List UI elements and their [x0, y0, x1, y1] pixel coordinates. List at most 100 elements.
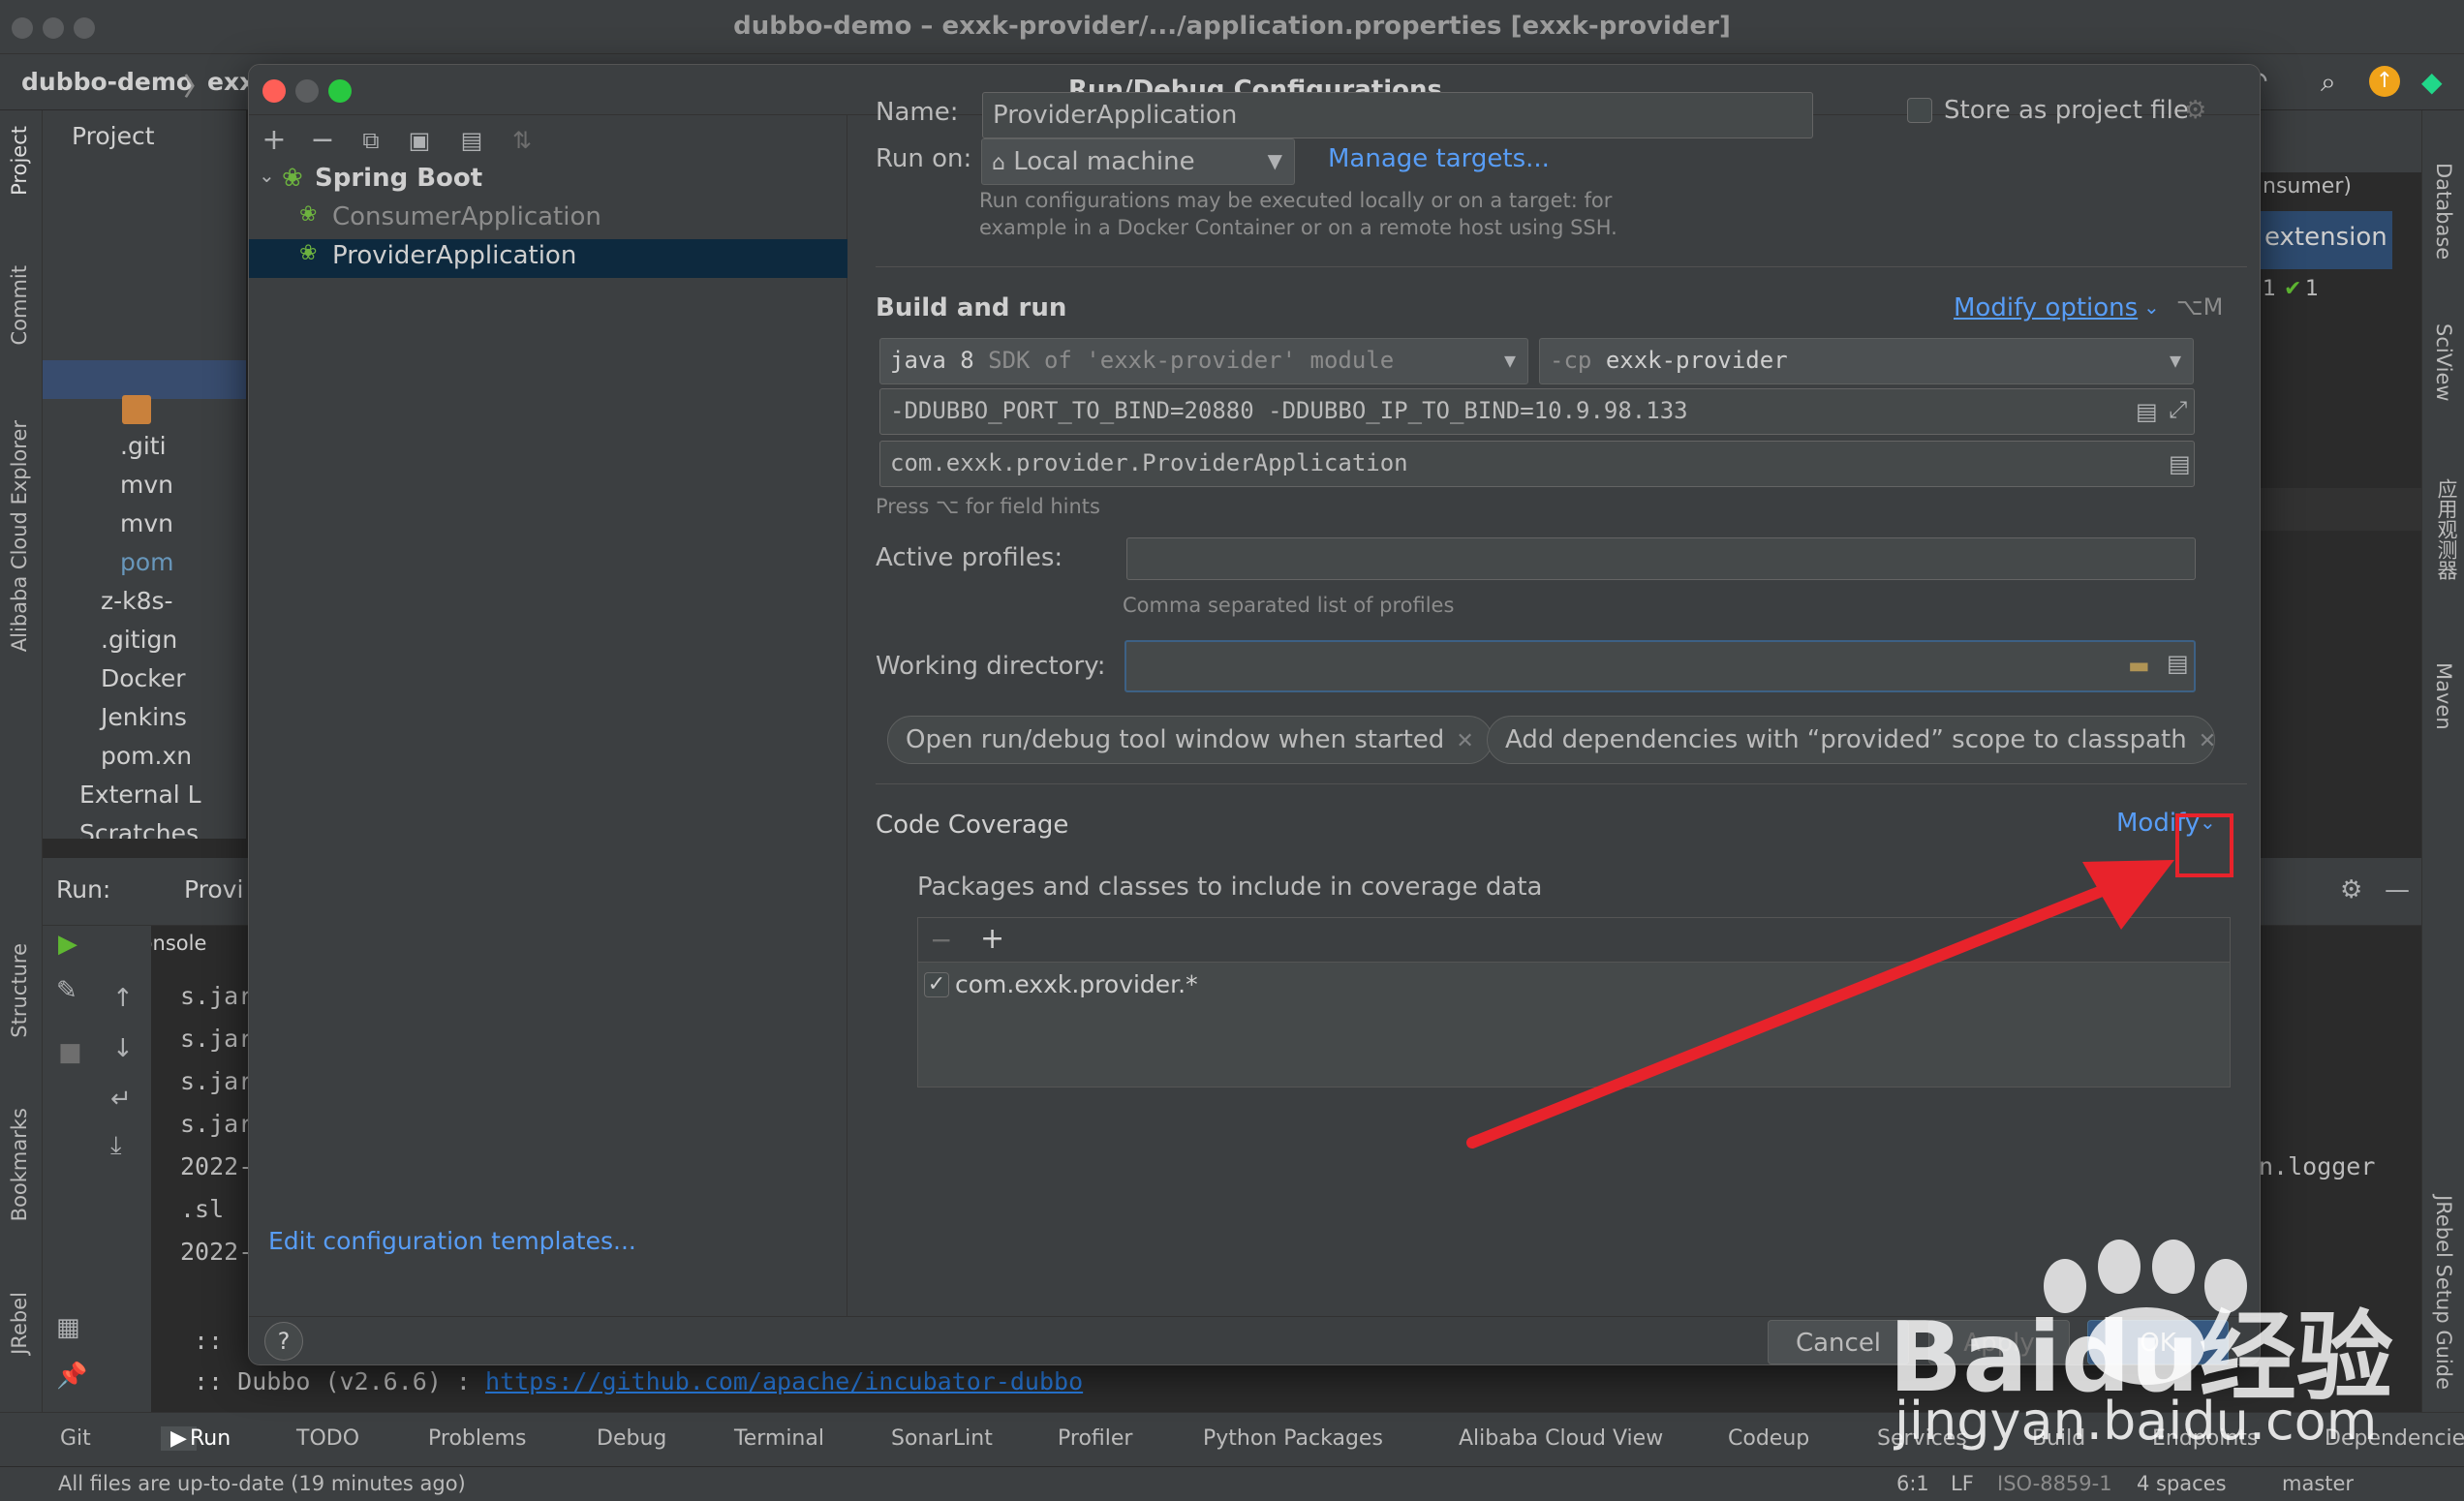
tool-window-database[interactable]: Database [2432, 163, 2455, 260]
scroll-end-icon[interactable]: ⤓ [110, 1131, 122, 1161]
option-chip-open-tool-window[interactable]: Open run/debug tool window when started ✕ [887, 716, 1493, 764]
move-to-folder-icon[interactable]: ▤ [454, 123, 489, 158]
run-config-tab[interactable]: Provi [184, 875, 243, 904]
hide-icon[interactable]: — [2385, 875, 2410, 904]
pin-icon[interactable]: 📌 [56, 1362, 87, 1391]
tool-window-bookmarks[interactable]: Bookmarks [8, 1108, 31, 1221]
tool-window-observer[interactable]: 应用观测器 [2432, 478, 2461, 580]
breadcrumb-project[interactable]: dubbo-demo [21, 68, 193, 96]
tab-codeup[interactable]: Codeup [1728, 1426, 1809, 1451]
tree-item[interactable]: .giti [43, 432, 246, 471]
gear-icon[interactable]: ⚙ [2340, 875, 2362, 904]
tree-item[interactable]: Scratches [43, 819, 246, 839]
insert-macro-icon[interactable]: ▤ [2167, 650, 2189, 677]
jdk-select[interactable]: java 8 SDK of 'exxk-provider' module ▼ [879, 338, 1528, 384]
run-on-select[interactable]: ⌂ Local machine ▼ [981, 138, 1295, 185]
help-button[interactable]: ? [264, 1322, 303, 1361]
console-link[interactable]: https://github.com/apache/incubator-dubb… [485, 1367, 1083, 1395]
tab-alibaba-cloud-view[interactable]: Alibaba Cloud View [1459, 1426, 1663, 1451]
tree-item[interactable]: pom [43, 548, 246, 587]
status-branch[interactable]: master [2282, 1472, 2354, 1495]
close-icon[interactable]: ✕ [1456, 729, 1473, 753]
tree-item[interactable]: mvn [43, 471, 246, 509]
tree-item[interactable]: External L [43, 781, 246, 819]
store-as-project-file-label[interactable]: Store as project file [1944, 96, 2189, 125]
ok-count[interactable]: 1 [2305, 277, 2319, 301]
vm-options-field[interactable]: -DDUBBO_PORT_TO_BIND=20880 -DDUBBO_IP_TO… [879, 388, 2195, 435]
add-entry-icon[interactable]: + [980, 922, 1004, 956]
active-profiles-field[interactable] [1126, 537, 2196, 580]
tool-window-project[interactable]: Project [8, 126, 31, 196]
tree-item-provider[interactable]: ❀ ProviderApplication [249, 239, 847, 278]
tool-window-structure[interactable]: Structure [8, 943, 31, 1038]
tree-item[interactable]: mvn [43, 509, 246, 548]
add-configuration-icon[interactable]: + [257, 123, 292, 158]
remove-entry-icon[interactable]: − [930, 924, 952, 956]
tool-window-jrebel[interactable]: JRebel [8, 1292, 31, 1355]
coverage-entry-checkbox[interactable]: ✓ [924, 972, 949, 997]
tree-item[interactable]: pom.xn [43, 742, 246, 781]
wrench-icon[interactable]: ✎ [56, 976, 77, 1005]
editor-tab[interactable]: nsumer) [2263, 174, 2352, 199]
tab-python-packages[interactable]: Python Packages [1203, 1426, 1383, 1451]
expand-icon[interactable]: ⤢ [2169, 396, 2187, 423]
tool-window-commit[interactable]: Commit [8, 265, 31, 346]
tab-problems[interactable]: Problems [428, 1426, 526, 1451]
tree-item[interactable]: Docker [43, 664, 246, 703]
close-icon[interactable]: ✕ [2199, 729, 2214, 753]
tab-run[interactable]: Run [190, 1426, 231, 1451]
manage-targets-link[interactable]: Manage targets... [1328, 144, 1550, 173]
chevron-down-icon[interactable]: ⌄ [259, 164, 275, 187]
folder-icon[interactable]: ▬ [2128, 652, 2150, 679]
classpath-module-select[interactable]: -cp exxk-provider ▼ [1539, 338, 2194, 384]
tab-sonarlint[interactable]: SonarLint [891, 1426, 993, 1451]
arrow-up-icon[interactable]: ↑ [112, 984, 134, 1013]
document-icon[interactable]: ▤ [2169, 450, 2191, 477]
document-icon[interactable]: ▤ [2136, 398, 2158, 425]
tool-window-alibaba-cloud-explorer[interactable]: Alibaba Cloud Explorer [8, 420, 31, 652]
status-position[interactable]: 6:1 [1896, 1472, 1929, 1495]
layout-icon[interactable]: ▦ [56, 1313, 80, 1342]
project-view-selector[interactable]: Project [72, 122, 155, 150]
main-class-field[interactable]: com.exxk.provider.ProviderApplication [879, 441, 2195, 487]
tree-item[interactable]: .gitign [43, 626, 246, 664]
working-directory-field[interactable] [1124, 640, 2196, 692]
toolbox-icon[interactable]: ◆ [2421, 66, 2443, 98]
name-field[interactable]: ProviderApplication [982, 92, 1813, 138]
warning-count[interactable]: 1 [2263, 277, 2276, 301]
arrow-down-icon[interactable]: ↓ [112, 1034, 134, 1063]
run-debug-configurations-dialog: Run/Debug Configurations + − ⧉ ▣ ▤ ⇅ ⌄ ❀… [248, 64, 2261, 1365]
tab-git[interactable]: Git [60, 1426, 91, 1451]
modify-options-link[interactable]: Modify options [1954, 293, 2138, 322]
tool-window-sciview[interactable]: SciView [2432, 323, 2455, 402]
edit-configuration-templates-link[interactable]: Edit configuration templates... [268, 1227, 636, 1255]
copy-configuration-icon[interactable]: ⧉ [354, 123, 388, 158]
cp-flag: -cp [1550, 347, 1592, 374]
tool-window-jrebel-setup-guide[interactable]: JRebel Setup Guide [2432, 1195, 2455, 1390]
status-message[interactable]: All files are up-to-date (19 minutes ago… [58, 1472, 466, 1495]
status-encoding[interactable]: ISO-8859-1 [1997, 1472, 2112, 1495]
tab-todo[interactable]: TODO [296, 1426, 359, 1451]
tab-debug[interactable]: Debug [597, 1426, 666, 1451]
stop-icon[interactable]: ■ [58, 1038, 82, 1067]
soft-wrap-icon[interactable]: ↵ [110, 1085, 132, 1114]
tree-item[interactable]: Jenkins [43, 703, 246, 742]
status-indent[interactable]: 4 spaces [2137, 1472, 2227, 1495]
tree-group-spring-boot[interactable]: ⌄ ❀ Spring Boot [249, 162, 847, 200]
status-line-separator[interactable]: LF [1951, 1472, 1974, 1495]
rerun-icon[interactable]: ▶ [58, 930, 77, 959]
gear-icon[interactable]: ⚙ [2184, 96, 2206, 125]
tab-profiler[interactable]: Profiler [1058, 1426, 1132, 1451]
tree-item-consumer[interactable]: ❀ ConsumerApplication [249, 200, 847, 239]
update-icon[interactable]: ↑ [2369, 66, 2400, 97]
tool-window-maven[interactable]: Maven [2432, 662, 2455, 730]
tab-terminal[interactable]: Terminal [734, 1426, 824, 1451]
sort-icon[interactable]: ⇅ [505, 123, 539, 158]
search-icon[interactable]: ⌕ [2321, 66, 2336, 99]
remove-configuration-icon[interactable]: − [305, 123, 340, 158]
save-configuration-icon[interactable]: ▣ [402, 123, 437, 158]
tree-item[interactable]: z-k8s- [43, 587, 246, 626]
console-line: s.jar [180, 1067, 254, 1095]
option-chip-provided-scope[interactable]: Add dependencies with “provided” scope t… [1487, 716, 2215, 764]
store-as-project-file-checkbox[interactable] [1907, 98, 1932, 123]
